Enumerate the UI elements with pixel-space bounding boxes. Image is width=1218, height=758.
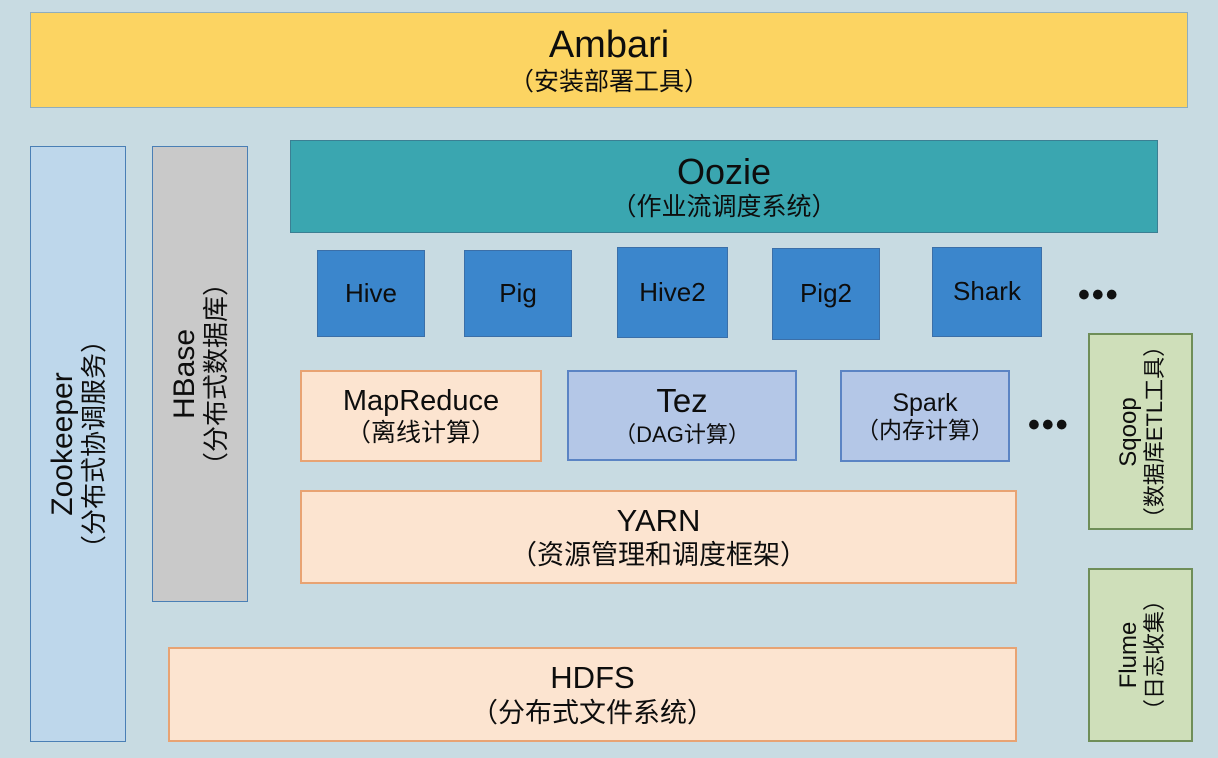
node-ambari-title: Ambari — [548, 23, 670, 66]
node-hdfs-title: HDFS — [550, 660, 635, 696]
node-hive2-title: Hive2 — [639, 276, 706, 307]
hadoop-ecosystem-diagram: Ambari （安装部署工具） Zookeeper （分布式协调服务） HBas… — [0, 0, 1218, 758]
node-sqoop-title: Sqoop — [1114, 396, 1142, 467]
node-flume[interactable]: Flume （日志收集） — [1088, 568, 1193, 742]
node-oozie-title: Oozie — [676, 150, 772, 192]
node-yarn-title: YARN — [616, 502, 701, 538]
node-hbase[interactable]: HBase （分布式数据库） — [152, 146, 248, 602]
node-tez-desc: （DAG计算） — [614, 422, 750, 448]
node-spark-title: Spark — [892, 388, 958, 417]
node-mapreduce[interactable]: MapReduce （离线计算） — [300, 370, 542, 462]
node-hdfs[interactable]: HDFS （分布式文件系统） — [168, 647, 1017, 742]
node-zookeeper-title: Zookeeper — [46, 372, 80, 516]
node-oozie-desc: （作业流调度系统） — [611, 193, 837, 222]
node-hbase-desc: （分布式数据库） — [201, 269, 232, 479]
node-zookeeper[interactable]: Zookeeper （分布式协调服务） — [30, 146, 126, 742]
node-mapreduce-title: MapReduce — [342, 385, 500, 418]
node-spark[interactable]: Spark （内存计算） — [840, 370, 1010, 462]
tools-ellipsis-icon: ••• — [1078, 276, 1120, 314]
node-tez-title: Tez — [656, 382, 708, 420]
node-yarn[interactable]: YARN （资源管理和调度框架） — [300, 490, 1017, 584]
node-pig2[interactable]: Pig2 — [772, 248, 880, 340]
node-hive2[interactable]: Hive2 — [617, 247, 728, 338]
node-yarn-desc: （资源管理和调度框架） — [510, 540, 807, 571]
engines-ellipsis-icon: ••• — [1028, 406, 1070, 444]
node-hbase-title: HBase — [168, 328, 202, 420]
node-ambari[interactable]: Ambari （安装部署工具） — [30, 12, 1188, 108]
node-tez[interactable]: Tez （DAG计算） — [567, 370, 797, 461]
node-hive[interactable]: Hive — [317, 250, 425, 337]
node-shark[interactable]: Shark — [932, 247, 1042, 337]
node-hdfs-desc: （分布式文件系统） — [471, 697, 714, 728]
node-pig[interactable]: Pig — [464, 250, 572, 337]
node-ambari-desc: （安装部署工具） — [508, 68, 709, 97]
node-pig-title: Pig — [499, 277, 537, 308]
node-mapreduce-desc: （离线计算） — [345, 418, 496, 447]
node-shark-title: Shark — [953, 276, 1021, 307]
node-hive-title: Hive — [344, 277, 397, 308]
node-flume-desc: （日志收集） — [1141, 588, 1167, 722]
node-sqoop[interactable]: Sqoop （数据库ETL工具） — [1088, 333, 1193, 530]
node-sqoop-desc: （数据库ETL工具） — [1141, 334, 1167, 529]
node-flume-title: Flume — [1114, 621, 1142, 689]
node-oozie[interactable]: Oozie （作业流调度系统） — [290, 140, 1158, 233]
node-spark-desc: （内存计算） — [856, 416, 994, 443]
node-pig2-title: Pig2 — [799, 278, 853, 309]
node-zookeeper-desc: （分布式协调服务） — [79, 326, 110, 562]
